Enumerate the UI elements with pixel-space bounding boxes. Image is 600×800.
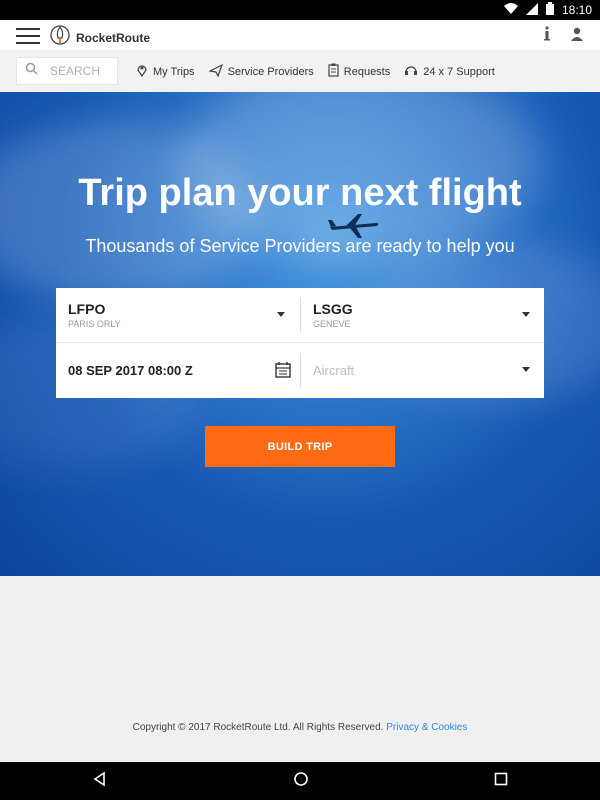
system-nav-bar [0, 762, 600, 800]
chevron-down-icon [277, 312, 285, 317]
nav-requests-label: Requests [343, 65, 391, 78]
wifi-icon [503, 2, 518, 18]
copyright-text: Copyright © 2017 RocketRoute Ltd. All Ri… [132, 722, 384, 733]
battery-icon [545, 2, 554, 18]
date-value: 08 SEP 2017 08:00 Z [68, 362, 193, 378]
home-icon[interactable] [293, 771, 309, 792]
nav-service-providers-label: Service Providers [227, 65, 314, 78]
status-bar: 18:10 [0, 0, 600, 20]
nav-my-trips-label: My Trips [153, 65, 195, 78]
app-logo[interactable]: RocketRoute [50, 24, 150, 51]
hero-subtitle: Thousands of Service Providers are ready… [85, 236, 515, 256]
back-icon[interactable] [92, 771, 108, 792]
aircraft-field[interactable]: Aircraft [301, 343, 544, 397]
nav-support-label: 24 x 7 Support [423, 65, 495, 78]
search-input[interactable] [48, 63, 114, 79]
aircraft-placeholder: Aircraft [313, 362, 355, 378]
headset-icon [404, 63, 418, 80]
status-time: 18:10 [561, 3, 592, 17]
map-pin-icon [136, 63, 148, 80]
plane-icon [207, 63, 223, 80]
clipboard-icon [328, 63, 339, 80]
chevron-down-icon [522, 312, 530, 317]
trip-form: LFPO PARIS ORLY LSGG GENEVE 08 SEP 2017 … [56, 288, 544, 398]
nav-service-providers[interactable]: Service Providers [207, 63, 314, 80]
nav-requests[interactable]: Requests [328, 63, 390, 80]
destination-name: GENEVE [313, 319, 351, 329]
menu-icon[interactable] [16, 28, 40, 44]
nav-support[interactable]: 24 x 7 Support [404, 63, 495, 80]
destination-code: LSGG [313, 301, 353, 317]
recents-icon[interactable] [494, 772, 508, 791]
calendar-icon[interactable] [275, 361, 291, 383]
date-field[interactable]: 08 SEP 2017 08:00 Z [56, 343, 299, 397]
search-icon [25, 62, 38, 80]
user-icon[interactable] [570, 27, 584, 46]
destination-field[interactable]: LSGG GENEVE [301, 288, 544, 342]
build-trip-button[interactable]: BUILD TRIP [205, 426, 395, 467]
search-box[interactable] [16, 57, 118, 85]
departure-name: PARIS ORLY [68, 319, 121, 329]
app-header: RocketRoute [0, 20, 600, 51]
nav-my-trips[interactable]: My Trips [136, 63, 195, 80]
departure-code: LFPO [68, 301, 106, 317]
rocket-logo-icon [50, 24, 70, 51]
footer: Copyright © 2017 RocketRoute Ltd. All Ri… [0, 722, 600, 733]
signal-icon [525, 2, 538, 18]
chevron-down-icon [522, 367, 530, 372]
departure-field[interactable]: LFPO PARIS ORLY [56, 288, 299, 342]
nav-bar: My Trips Service Providers Requests 24 x… [0, 50, 600, 93]
privacy-cookies-link[interactable]: Privacy & Cookies [386, 722, 467, 733]
info-icon[interactable] [542, 26, 552, 47]
app-name: RocketRoute [76, 30, 151, 45]
hero-title: Trip plan your next flight [78, 172, 522, 214]
